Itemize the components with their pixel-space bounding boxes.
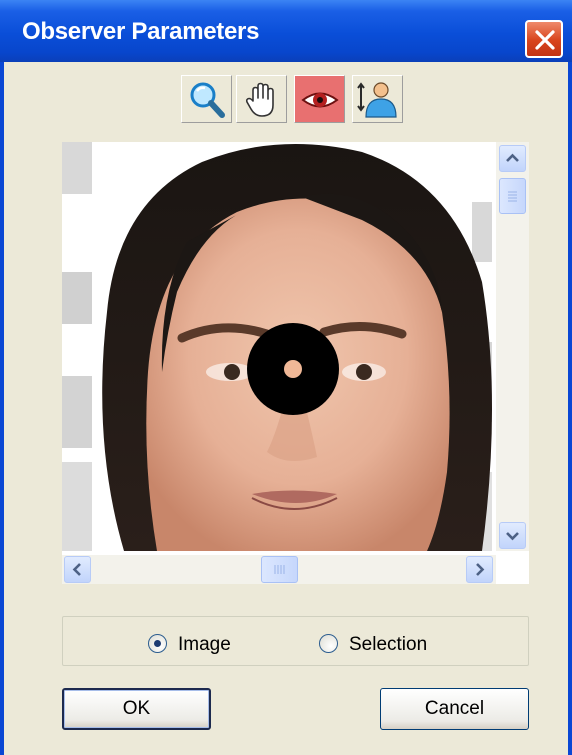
close-icon — [535, 30, 555, 50]
observer-tool-button[interactable] — [294, 75, 345, 123]
observer-parameters-dialog: Observer Parameters Image Selection OK C… — [0, 0, 572, 755]
chevron-right-icon — [476, 563, 485, 576]
scroll-down-button[interactable] — [499, 522, 526, 549]
ok-button[interactable]: OK — [62, 688, 211, 730]
radio-selection-circle[interactable] — [319, 634, 338, 653]
scroll-left-button[interactable] — [64, 556, 91, 583]
hand-icon — [245, 82, 274, 117]
chevron-down-icon — [506, 532, 519, 541]
chevron-left-icon — [72, 563, 81, 576]
vertical-scroll-thumb[interactable] — [499, 178, 526, 214]
cancel-button[interactable]: Cancel — [380, 688, 529, 730]
magnifier-icon — [190, 82, 225, 118]
eye-icon — [301, 92, 339, 108]
grip-icon — [508, 191, 517, 202]
grip-icon — [274, 565, 285, 574]
close-button[interactable] — [525, 20, 563, 58]
radio-image-label: Image — [178, 634, 231, 655]
radio-image-circle[interactable] — [148, 634, 167, 653]
scope-groupbox: Image Selection — [62, 616, 529, 666]
radio-selected-dot — [154, 640, 161, 647]
vertical-scrollbar[interactable] — [496, 142, 529, 551]
zoom-tool-button[interactable] — [181, 75, 232, 123]
horizontal-scrollbar[interactable] — [62, 555, 496, 584]
pan-tool-button[interactable] — [236, 75, 287, 123]
scroll-up-button[interactable] — [499, 145, 526, 172]
window-title: Observer Parameters — [22, 18, 260, 45]
radio-selection-label: Selection — [349, 634, 428, 655]
face-photo — [62, 142, 492, 551]
horizontal-scroll-thumb[interactable] — [261, 556, 298, 583]
chevron-up-icon — [506, 153, 519, 162]
person-tool-button[interactable] — [352, 75, 403, 123]
image-viewer — [62, 142, 529, 584]
person-icon — [357, 82, 397, 118]
scroll-right-button[interactable] — [466, 556, 493, 583]
dialog-body: Image Selection OK Cancel — [4, 62, 568, 755]
title-bar[interactable]: Observer Parameters — [0, 0, 572, 62]
image-canvas[interactable] — [62, 142, 492, 551]
